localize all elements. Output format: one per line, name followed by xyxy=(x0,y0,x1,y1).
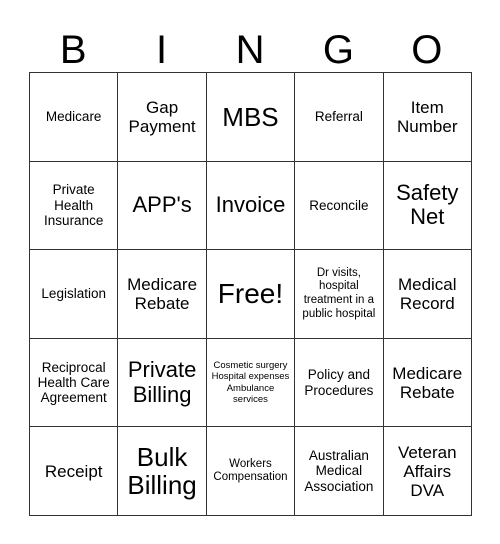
bingo-cell[interactable]: Cosmetic surgery Hospital expenses Ambul… xyxy=(205,337,296,428)
bingo-cell-label: Gap Payment xyxy=(128,97,196,136)
bingo-cell-label: Bulk Billing xyxy=(127,442,197,501)
bingo-cell-label: Private Billing xyxy=(127,357,197,407)
bingo-cell[interactable]: Medicare xyxy=(28,72,119,162)
bingo-cell-label: Legislation xyxy=(41,286,106,302)
bingo-cell-label: Workers Compensation xyxy=(213,457,288,484)
bingo-cell[interactable]: Workers Compensation xyxy=(205,426,296,516)
bingo-header: B I N G O xyxy=(29,10,471,72)
bingo-cell-label: Referral xyxy=(314,109,363,125)
bingo-cell-label: Item Number xyxy=(397,97,458,136)
bingo-cell-label: Cosmetic surgery Hospital expenses Ambul… xyxy=(211,359,290,405)
bingo-row: Legislation Medicare Rebate Free! Dr vis… xyxy=(28,249,472,339)
bingo-cell[interactable]: Dr visits, hospital treatment in a publi… xyxy=(294,249,384,339)
bingo-cell[interactable]: Referral xyxy=(294,72,384,162)
bingo-cell[interactable]: Receipt xyxy=(28,426,119,516)
bingo-cell[interactable]: Private Health Insurance xyxy=(28,160,119,251)
bingo-cell-label: Dr visits, hospital treatment in a publi… xyxy=(302,266,376,320)
header-letter-i: I xyxy=(156,28,168,72)
bingo-row: Receipt Bulk Billing Workers Compensatio… xyxy=(28,426,472,516)
bingo-cell-label: Medicare Rebate xyxy=(127,274,198,313)
bingo-cell-label: Medicare xyxy=(45,109,102,125)
bingo-cell[interactable]: Australian Medical Association xyxy=(294,426,384,516)
bingo-cell[interactable]: Policy and Procedures xyxy=(294,337,384,428)
bingo-cell-label: Medicare Rebate xyxy=(392,363,463,402)
bingo-cell[interactable]: Medicare Rebate xyxy=(117,249,207,339)
bingo-cell-label: Private Health Insurance xyxy=(44,182,104,229)
bingo-cell-free[interactable]: Free! xyxy=(205,249,296,339)
bingo-cell-label: Free! xyxy=(217,278,284,310)
header-letter-n: N xyxy=(235,28,265,72)
bingo-cell[interactable]: Legislation xyxy=(28,249,119,339)
bingo-cell[interactable]: Private Billing xyxy=(117,337,207,428)
bingo-cell[interactable]: Reconcile xyxy=(294,160,384,251)
bingo-grid: Medicare Gap Payment MBS Referral Item N… xyxy=(28,72,472,516)
bingo-row: Medicare Gap Payment MBS Referral Item N… xyxy=(28,72,472,162)
header-letter-o: O xyxy=(411,28,443,72)
bingo-row: Private Health Insurance APP's Invoice R… xyxy=(28,160,472,251)
bingo-cell-label: Medical Record xyxy=(397,274,457,313)
bingo-row: Reciprocal Health Care Agreement Private… xyxy=(28,337,472,428)
bingo-cell-label: Receipt xyxy=(44,461,103,481)
bingo-cell-label: Policy and Procedures xyxy=(304,367,374,398)
bingo-cell[interactable]: Item Number xyxy=(382,72,472,162)
bingo-cell-label: Reciprocal Health Care Agreement xyxy=(37,359,110,406)
bingo-cell[interactable]: Invoice xyxy=(205,160,296,251)
bingo-cell-label: Veteran Affairs DVA xyxy=(397,442,457,500)
header-letter-g: G xyxy=(322,28,354,72)
bingo-cell[interactable]: APP's xyxy=(117,160,207,251)
bingo-cell-label: MBS xyxy=(222,101,279,132)
bingo-cell-label: Australian Medical Association xyxy=(304,448,374,494)
bingo-cell-label: Safety Net xyxy=(396,180,459,230)
bingo-cell[interactable]: Safety Net xyxy=(382,160,472,251)
bingo-cell[interactable]: Reciprocal Health Care Agreement xyxy=(28,337,119,428)
bingo-card: B I N G O Medicare Gap Payment MBS Refer… xyxy=(28,10,472,516)
bingo-cell[interactable]: Medicare Rebate xyxy=(382,337,472,428)
bingo-cell[interactable]: Gap Payment xyxy=(117,72,207,162)
bingo-cell-label: Reconcile xyxy=(309,197,369,213)
bingo-cell-label: Invoice xyxy=(215,192,286,218)
bingo-cell[interactable]: MBS xyxy=(205,72,296,162)
header-letter-b: B xyxy=(59,28,87,72)
bingo-cell[interactable]: Medical Record xyxy=(382,249,472,339)
bingo-cell[interactable]: Veteran Affairs DVA xyxy=(382,426,472,516)
bingo-cell[interactable]: Bulk Billing xyxy=(117,426,207,516)
bingo-cell-label: APP's xyxy=(132,192,192,218)
